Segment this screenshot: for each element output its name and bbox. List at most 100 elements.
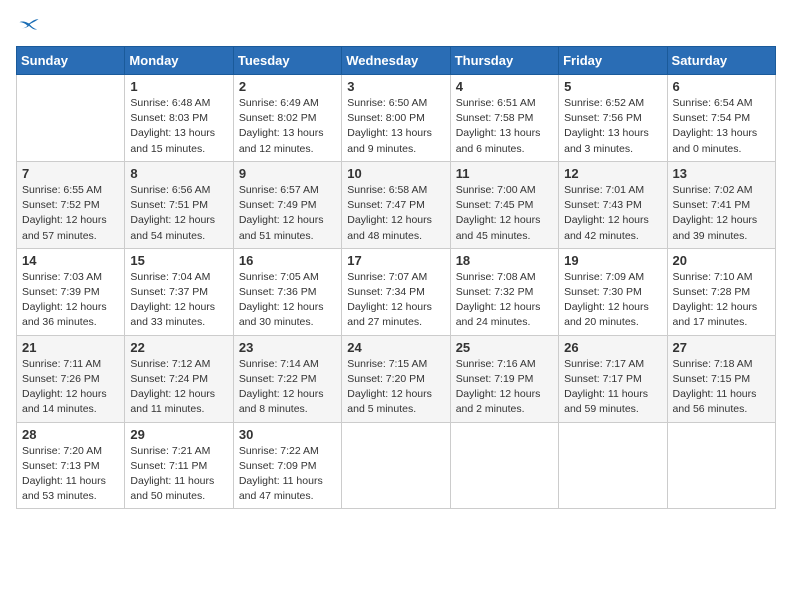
calendar-cell: 5 Sunrise: 6:52 AMSunset: 7:56 PMDaylight… xyxy=(559,75,667,162)
day-info: Sunrise: 7:11 AMSunset: 7:26 PMDaylight:… xyxy=(22,357,119,418)
weekday-header: Thursday xyxy=(450,47,558,75)
day-number: 18 xyxy=(456,253,553,268)
calendar-cell: 25 Sunrise: 7:16 AMSunset: 7:19 PMDayligh… xyxy=(450,335,558,422)
day-number: 15 xyxy=(130,253,227,268)
day-info: Sunrise: 6:58 AMSunset: 7:47 PMDaylight:… xyxy=(347,183,444,244)
calendar-cell: 17 Sunrise: 7:07 AMSunset: 7:34 PMDayligh… xyxy=(342,248,450,335)
day-number: 14 xyxy=(22,253,119,268)
day-info: Sunrise: 7:16 AMSunset: 7:19 PMDaylight:… xyxy=(456,357,553,418)
calendar-table: SundayMondayTuesdayWednesdayThursdayFrid… xyxy=(16,46,776,509)
calendar-cell: 24Sunrise: 7:15 AMSunset: 7:20 PMDayligh… xyxy=(342,335,450,422)
day-number: 8 xyxy=(130,166,227,181)
calendar-cell xyxy=(559,422,667,509)
day-info: Sunrise: 7:00 AMSunset: 7:45 PMDaylight:… xyxy=(456,183,553,244)
calendar-cell: 19Sunrise: 7:09 AMSunset: 7:30 PMDayligh… xyxy=(559,248,667,335)
weekday-header: Sunday xyxy=(17,47,125,75)
day-number: 29 xyxy=(130,427,227,442)
calendar-cell: 30 Sunrise: 7:22 AMSunset: 7:09 PMDayligh… xyxy=(233,422,341,509)
calendar-cell: 29 Sunrise: 7:21 AMSunset: 7:11 PMDayligh… xyxy=(125,422,233,509)
calendar-cell: 12Sunrise: 7:01 AMSunset: 7:43 PMDayligh… xyxy=(559,161,667,248)
calendar-cell: 1Sunrise: 6:48 AMSunset: 8:03 PMDaylight… xyxy=(125,75,233,162)
calendar-cell: 11 Sunrise: 7:00 AMSunset: 7:45 PMDayligh… xyxy=(450,161,558,248)
weekday-header: Saturday xyxy=(667,47,775,75)
calendar-header-row: SundayMondayTuesdayWednesdayThursdayFrid… xyxy=(17,47,776,75)
calendar-cell: 23 Sunrise: 7:14 AMSunset: 7:22 PMDayligh… xyxy=(233,335,341,422)
calendar-cell: 28 Sunrise: 7:20 AMSunset: 7:13 PMDayligh… xyxy=(17,422,125,509)
day-info: Sunrise: 6:54 AMSunset: 7:54 PMDaylight:… xyxy=(673,96,770,157)
day-info: Sunrise: 7:10 AMSunset: 7:28 PMDaylight:… xyxy=(673,270,770,331)
day-number: 5 xyxy=(564,79,661,94)
day-info: Sunrise: 6:56 AMSunset: 7:51 PMDaylight:… xyxy=(130,183,227,244)
day-number: 17 xyxy=(347,253,444,268)
day-number: 6 xyxy=(673,79,770,94)
calendar-cell: 18 Sunrise: 7:08 AMSunset: 7:32 PMDayligh… xyxy=(450,248,558,335)
day-info: Sunrise: 7:14 AMSunset: 7:22 PMDaylight:… xyxy=(239,357,336,418)
day-number: 28 xyxy=(22,427,119,442)
day-info: Sunrise: 6:51 AMSunset: 7:58 PMDaylight:… xyxy=(456,96,553,157)
day-number: 22 xyxy=(130,340,227,355)
weekday-header: Wednesday xyxy=(342,47,450,75)
day-number: 9 xyxy=(239,166,336,181)
day-number: 21 xyxy=(22,340,119,355)
weekday-header: Friday xyxy=(559,47,667,75)
day-info: Sunrise: 6:57 AMSunset: 7:49 PMDaylight:… xyxy=(239,183,336,244)
weekday-header: Monday xyxy=(125,47,233,75)
day-info: Sunrise: 7:02 AMSunset: 7:41 PMDaylight:… xyxy=(673,183,770,244)
calendar-cell xyxy=(17,75,125,162)
day-number: 26 xyxy=(564,340,661,355)
day-info: Sunrise: 7:20 AMSunset: 7:13 PMDaylight:… xyxy=(22,444,119,505)
calendar-week-row: 14Sunrise: 7:03 AMSunset: 7:39 PMDayligh… xyxy=(17,248,776,335)
calendar-week-row: 1Sunrise: 6:48 AMSunset: 8:03 PMDaylight… xyxy=(17,75,776,162)
calendar-cell: 13 Sunrise: 7:02 AMSunset: 7:41 PMDayligh… xyxy=(667,161,775,248)
calendar-week-row: 7 Sunrise: 6:55 AMSunset: 7:52 PMDaylight… xyxy=(17,161,776,248)
calendar-cell: 4 Sunrise: 6:51 AMSunset: 7:58 PMDaylight… xyxy=(450,75,558,162)
day-info: Sunrise: 7:09 AMSunset: 7:30 PMDaylight:… xyxy=(564,270,661,331)
calendar-cell: 6 Sunrise: 6:54 AMSunset: 7:54 PMDaylight… xyxy=(667,75,775,162)
calendar-cell: 27 Sunrise: 7:18 AMSunset: 7:15 PMDayligh… xyxy=(667,335,775,422)
day-number: 20 xyxy=(673,253,770,268)
day-info: Sunrise: 7:18 AMSunset: 7:15 PMDaylight:… xyxy=(673,357,770,418)
calendar-cell: 10Sunrise: 6:58 AMSunset: 7:47 PMDayligh… xyxy=(342,161,450,248)
day-number: 16 xyxy=(239,253,336,268)
calendar-week-row: 21 Sunrise: 7:11 AMSunset: 7:26 PMDayligh… xyxy=(17,335,776,422)
day-number: 1 xyxy=(130,79,227,94)
day-info: Sunrise: 7:05 AMSunset: 7:36 PMDaylight:… xyxy=(239,270,336,331)
calendar-cell: 21 Sunrise: 7:11 AMSunset: 7:26 PMDayligh… xyxy=(17,335,125,422)
day-number: 4 xyxy=(456,79,553,94)
calendar-cell xyxy=(450,422,558,509)
day-info: Sunrise: 6:50 AMSunset: 8:00 PMDaylight:… xyxy=(347,96,444,157)
day-info: Sunrise: 7:21 AMSunset: 7:11 PMDaylight:… xyxy=(130,444,227,505)
day-info: Sunrise: 7:08 AMSunset: 7:32 PMDaylight:… xyxy=(456,270,553,331)
day-info: Sunrise: 6:55 AMSunset: 7:52 PMDaylight:… xyxy=(22,183,119,244)
day-info: Sunrise: 7:15 AMSunset: 7:20 PMDaylight:… xyxy=(347,357,444,418)
day-number: 2 xyxy=(239,79,336,94)
day-number: 30 xyxy=(239,427,336,442)
day-number: 23 xyxy=(239,340,336,355)
day-info: Sunrise: 7:04 AMSunset: 7:37 PMDaylight:… xyxy=(130,270,227,331)
day-info: Sunrise: 7:22 AMSunset: 7:09 PMDaylight:… xyxy=(239,444,336,505)
day-number: 7 xyxy=(22,166,119,181)
calendar-cell: 3Sunrise: 6:50 AMSunset: 8:00 PMDaylight… xyxy=(342,75,450,162)
calendar-cell: 2 Sunrise: 6:49 AMSunset: 8:02 PMDaylight… xyxy=(233,75,341,162)
day-number: 25 xyxy=(456,340,553,355)
logo-bird-icon xyxy=(18,16,40,34)
calendar-cell: 9 Sunrise: 6:57 AMSunset: 7:49 PMDaylight… xyxy=(233,161,341,248)
calendar-cell: 7 Sunrise: 6:55 AMSunset: 7:52 PMDaylight… xyxy=(17,161,125,248)
day-number: 13 xyxy=(673,166,770,181)
day-number: 12 xyxy=(564,166,661,181)
day-info: Sunrise: 7:07 AMSunset: 7:34 PMDaylight:… xyxy=(347,270,444,331)
logo xyxy=(16,16,40,34)
day-info: Sunrise: 6:52 AMSunset: 7:56 PMDaylight:… xyxy=(564,96,661,157)
calendar-week-row: 28 Sunrise: 7:20 AMSunset: 7:13 PMDayligh… xyxy=(17,422,776,509)
calendar-cell: 14Sunrise: 7:03 AMSunset: 7:39 PMDayligh… xyxy=(17,248,125,335)
day-number: 27 xyxy=(673,340,770,355)
calendar-cell xyxy=(667,422,775,509)
calendar-cell: 16 Sunrise: 7:05 AMSunset: 7:36 PMDayligh… xyxy=(233,248,341,335)
day-info: Sunrise: 6:49 AMSunset: 8:02 PMDaylight:… xyxy=(239,96,336,157)
calendar-cell: 20 Sunrise: 7:10 AMSunset: 7:28 PMDayligh… xyxy=(667,248,775,335)
page-header xyxy=(16,16,776,34)
day-info: Sunrise: 7:12 AMSunset: 7:24 PMDaylight:… xyxy=(130,357,227,418)
day-info: Sunrise: 7:17 AMSunset: 7:17 PMDaylight:… xyxy=(564,357,661,418)
day-number: 11 xyxy=(456,166,553,181)
calendar-cell: 22 Sunrise: 7:12 AMSunset: 7:24 PMDayligh… xyxy=(125,335,233,422)
